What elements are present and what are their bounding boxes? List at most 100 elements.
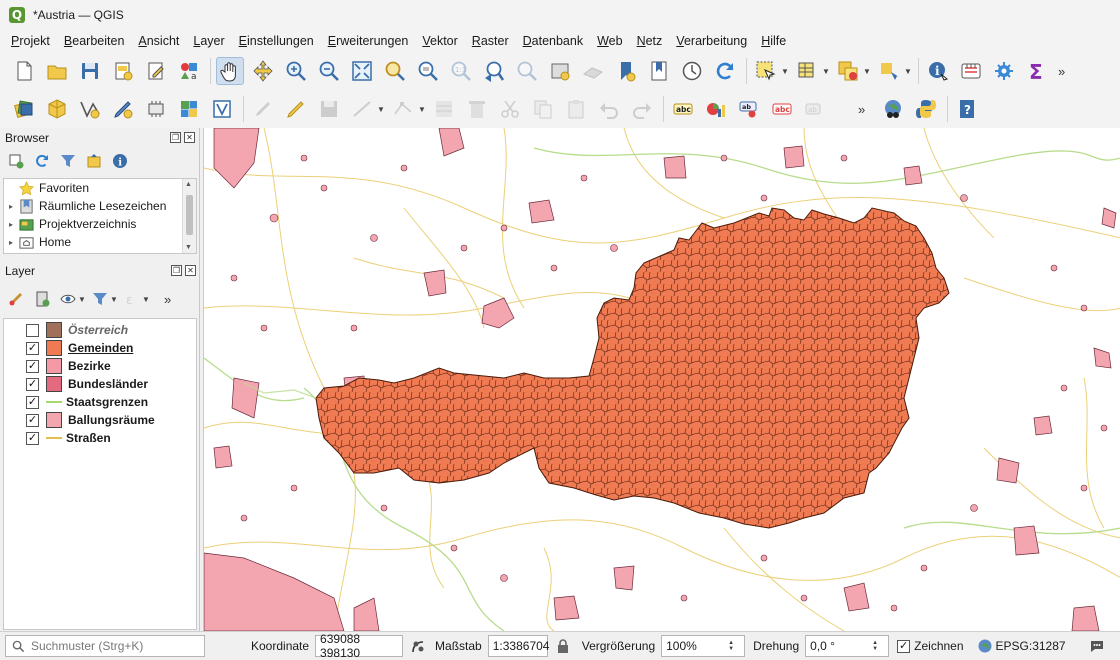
menu-hilfe[interactable]: Hilfe bbox=[754, 30, 793, 52]
zoom-in-icon[interactable] bbox=[282, 57, 310, 85]
new-3d-view-icon[interactable] bbox=[579, 57, 607, 85]
spinbox-arrows-icon[interactable]: ▲ ▼ bbox=[872, 636, 884, 656]
map-canvas[interactable] bbox=[203, 128, 1120, 631]
new-print-layout-icon[interactable] bbox=[109, 57, 137, 85]
refresh-icon[interactable] bbox=[711, 57, 739, 85]
pan-map-icon[interactable] bbox=[216, 57, 244, 85]
vertex-tool-icon[interactable] bbox=[389, 95, 417, 123]
chevron-down-icon[interactable]: ▼ bbox=[377, 105, 385, 114]
new-project-icon[interactable] bbox=[10, 57, 38, 85]
layer-row-staatsgrenzen[interactable]: ✓ Staatsgrenzen bbox=[4, 393, 196, 411]
chevron-down-icon[interactable]: ▼ bbox=[863, 67, 871, 76]
zoom-next-icon[interactable] bbox=[513, 57, 541, 85]
float-panel-icon[interactable]: ❐ bbox=[171, 265, 182, 276]
current-edits-icon[interactable] bbox=[249, 95, 277, 123]
edit-pencil-icon[interactable] bbox=[109, 95, 137, 123]
identify-features-icon[interactable]: i bbox=[924, 57, 952, 85]
browser-item-projektverzeichnis[interactable]: ▸ Projektverzeichnis bbox=[4, 215, 196, 233]
expand-arrow[interactable]: ▸ bbox=[4, 238, 18, 247]
layer-row-bezirke[interactable]: ✓ Bezirke bbox=[4, 357, 196, 375]
save-edits-icon[interactable] bbox=[315, 95, 343, 123]
menu-vektor[interactable]: Vektor bbox=[415, 30, 464, 52]
rotation-field[interactable]: 0,0 ° ▲ ▼ bbox=[805, 635, 890, 657]
layer-labeling-icon[interactable]: abc bbox=[669, 95, 697, 123]
menu-erweiterungen[interactable]: Erweiterungen bbox=[321, 30, 416, 52]
info-icon[interactable]: i bbox=[110, 151, 130, 171]
zoom-last-icon[interactable] bbox=[480, 57, 508, 85]
render-checkbox[interactable]: ✓ bbox=[897, 639, 911, 653]
collapse-all-icon[interactable] bbox=[84, 151, 104, 171]
layer-row-oesterreich[interactable]: Österreich bbox=[4, 321, 196, 339]
statistics-sigma-icon[interactable]: Σ bbox=[1023, 57, 1051, 85]
chevron-down-icon[interactable]: ▼ bbox=[822, 67, 830, 76]
menu-layer[interactable]: Layer bbox=[186, 30, 231, 52]
toggle-editing-icon[interactable] bbox=[282, 95, 310, 123]
layer-visibility-checkbox[interactable]: ✓ bbox=[26, 395, 39, 409]
close-panel-icon[interactable]: ✕ bbox=[184, 132, 195, 143]
layer-row-strassen[interactable]: ✓ Straßen bbox=[4, 429, 196, 447]
chevron-down-icon[interactable]: ▼ bbox=[78, 295, 86, 304]
menu-web[interactable]: Web bbox=[590, 30, 629, 52]
data-source-manager-icon[interactable] bbox=[10, 95, 38, 123]
lock-scale-icon[interactable] bbox=[554, 637, 572, 655]
new-map-view-icon[interactable] bbox=[546, 57, 574, 85]
add-line-feature-icon[interactable] bbox=[348, 95, 376, 123]
menu-datenbank[interactable]: Datenbank bbox=[516, 30, 590, 52]
add-feature-icon[interactable] bbox=[875, 57, 903, 85]
float-panel-icon[interactable]: ❐ bbox=[170, 132, 181, 143]
menu-raster[interactable]: Raster bbox=[465, 30, 516, 52]
measure-icon[interactable] bbox=[957, 57, 985, 85]
layer-visibility-checkbox[interactable]: ✓ bbox=[26, 359, 39, 373]
style-manager-icon[interactable]: a bbox=[175, 57, 203, 85]
expand-arrow[interactable]: ▸ bbox=[4, 220, 18, 229]
globe-plugin-icon[interactable] bbox=[879, 95, 907, 123]
attribute-table-icon[interactable] bbox=[793, 57, 821, 85]
move-label-icon[interactable]: ab bbox=[801, 95, 829, 123]
chevron-down-icon[interactable]: ▼ bbox=[781, 67, 789, 76]
more-tools-icon[interactable]: » bbox=[858, 102, 865, 117]
zoom-full-icon[interactable] bbox=[348, 57, 376, 85]
chevron-down-icon[interactable]: ▼ bbox=[142, 295, 150, 304]
diagram-options-icon[interactable] bbox=[702, 95, 730, 123]
messages-icon[interactable] bbox=[1088, 637, 1106, 655]
digitize-vertex-icon[interactable] bbox=[76, 95, 104, 123]
layer-visibility-checkbox[interactable]: ✓ bbox=[26, 413, 39, 427]
menu-projekt[interactable]: Projekt bbox=[4, 30, 57, 52]
toggle-extent-icon[interactable] bbox=[409, 637, 427, 655]
layer-visibility-checkbox[interactable]: ✓ bbox=[26, 377, 39, 391]
scrollbar-thumb[interactable] bbox=[186, 195, 193, 235]
crs-globe-icon[interactable] bbox=[976, 637, 994, 655]
crs-label[interactable]: EPSG:31287 bbox=[996, 639, 1066, 653]
layout-manager-icon[interactable] bbox=[142, 57, 170, 85]
layer-visibility-checkbox[interactable]: ✓ bbox=[26, 431, 39, 445]
layer-row-ballungsraeume[interactable]: ✓ Ballungsräume bbox=[4, 411, 196, 429]
deselect-features-icon[interactable] bbox=[834, 57, 862, 85]
menu-verarbeitung[interactable]: Verarbeitung bbox=[669, 30, 754, 52]
show-bookmarks-icon[interactable] bbox=[645, 57, 673, 85]
browser-scrollbar[interactable]: ▲ ▼ bbox=[182, 179, 196, 253]
pan-to-selection-icon[interactable] bbox=[249, 57, 277, 85]
layer-row-gemeinden[interactable]: ✓ Gemeinden bbox=[4, 339, 196, 357]
scroll-up-icon[interactable]: ▲ bbox=[185, 181, 192, 188]
add-vector-icon[interactable] bbox=[208, 95, 236, 123]
cut-features-icon[interactable] bbox=[496, 95, 524, 123]
virtual-layer-icon[interactable] bbox=[142, 95, 170, 123]
menu-netz[interactable]: Netz bbox=[630, 30, 670, 52]
browser-item-favoriten[interactable]: Favoriten bbox=[4, 179, 196, 197]
magnifier-field[interactable]: 100% ▲ ▼ bbox=[661, 635, 746, 657]
redo-icon[interactable] bbox=[628, 95, 656, 123]
scroll-down-icon[interactable]: ▼ bbox=[185, 244, 192, 251]
copy-features-icon[interactable] bbox=[529, 95, 557, 123]
chevron-down-icon[interactable]: ▼ bbox=[418, 105, 426, 114]
add-raster-icon[interactable] bbox=[175, 95, 203, 123]
menu-einstellungen[interactable]: Einstellungen bbox=[232, 30, 321, 52]
temporal-controller-icon[interactable] bbox=[678, 57, 706, 85]
locator-search-input[interactable]: Suchmuster (Strg+K) bbox=[5, 635, 205, 657]
add-selected-layers-icon[interactable] bbox=[6, 151, 26, 171]
pin-labels-icon[interactable]: ab bbox=[735, 95, 763, 123]
python-console-icon[interactable] bbox=[912, 95, 940, 123]
zoom-native-icon[interactable]: 1:1 bbox=[447, 57, 475, 85]
more-tools-icon[interactable]: » bbox=[164, 292, 171, 307]
highlight-labels-icon[interactable]: abc bbox=[768, 95, 796, 123]
save-project-icon[interactable] bbox=[76, 57, 104, 85]
